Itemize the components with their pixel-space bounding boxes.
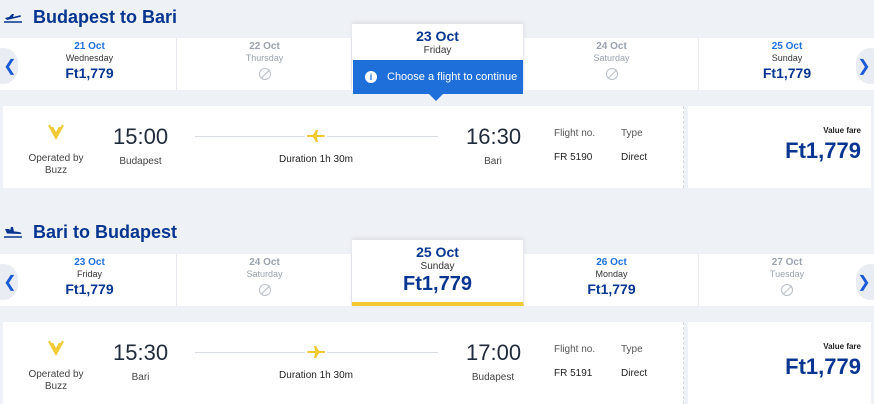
no-flight-icon <box>258 68 271 80</box>
return-section-header: Bari to Budapest <box>0 217 177 247</box>
operator: Operated by Buzz <box>21 338 91 393</box>
weekday-label: Sunday <box>420 261 455 272</box>
fare-label: Value fare <box>823 342 861 351</box>
departure-city: Budapest <box>119 156 162 167</box>
date-price: Ft1,779 <box>65 281 114 297</box>
date-label: 27 Oct <box>771 257 803 268</box>
flight-duration: Duration 1h 30m <box>279 370 353 381</box>
date-price: Ft1,779 <box>65 65 114 81</box>
departure-time: 15:00 <box>113 124 169 149</box>
flight-type: Direct <box>621 152 648 163</box>
weekday-label: Friday <box>423 45 452 56</box>
fare-price: Ft1,779 <box>785 138 861 163</box>
outbound-date-22-oct: 22 Oct Thursday <box>178 38 352 90</box>
arrival-time: 16:30 <box>466 124 522 149</box>
operated-by: Operated by Buzz <box>28 369 84 392</box>
value-fare-button[interactable]: Value fare Ft1,779 <box>688 322 871 404</box>
return-date-25-oct[interactable]: 25 Oct Sunday Ft1,779 <box>352 240 524 306</box>
flight-details[interactable]: Operated by Buzz 15:00 Budapest Duration… <box>3 106 684 188</box>
plane-landing-icon <box>3 225 25 239</box>
flight-no-label: Flight no. <box>554 344 596 355</box>
date-price: Ft1,779 <box>587 281 636 297</box>
return-flight-card: Operated by Buzz 15:30 Bari Duration 1h … <box>3 322 871 404</box>
operator: Operated by Buzz <box>21 122 91 177</box>
chevron-right-icon[interactable]: ❯ <box>856 48 874 84</box>
weekday-label: Thursday <box>245 53 284 63</box>
weekday-label: Monday <box>595 269 628 279</box>
return-date-27-oct: 27 Oct Tuesday <box>700 254 874 306</box>
date-label: 24 Oct <box>596 41 627 52</box>
return-title: Bari to Budapest <box>33 221 178 242</box>
flight-type: Direct <box>621 368 648 379</box>
chevron-right-icon[interactable]: ❯ <box>856 264 874 300</box>
flight-no: FR 5190 <box>554 152 593 163</box>
return-date-24-oct: 24 Oct Saturday <box>178 254 352 306</box>
weekday-label: Tuesday <box>769 269 805 279</box>
outbound-title: Budapest to Bari <box>33 6 178 27</box>
date-label: 23 Oct <box>416 28 459 44</box>
weekday-label: Wednesday <box>65 53 114 63</box>
tooltip-text: Choose a flight to continue <box>387 71 518 83</box>
outbound-section-header: Budapest to Bari <box>0 2 177 32</box>
outbound-flight-card: Operated by Buzz 15:00 Budapest Duration… <box>3 106 871 188</box>
date-label: 23 Oct <box>74 257 105 268</box>
no-flight-icon <box>258 284 271 296</box>
departure-time: 15:30 <box>113 340 169 365</box>
arrival-city: Budapest <box>471 372 515 383</box>
operated-by: Operated by Buzz <box>28 153 84 176</box>
outbound-date-21-oct[interactable]: 21 Oct Wednesday Ft1,779 <box>3 38 177 90</box>
type-label: Type <box>621 344 643 355</box>
airline-logo <box>48 340 64 357</box>
flight-no-label: Flight no. <box>554 128 596 139</box>
plane-icon <box>305 130 327 142</box>
plane-takeoff-icon <box>3 10 25 24</box>
choose-flight-tooltip: i Choose a flight to continue <box>353 60 523 101</box>
flight-no: FR 5191 <box>554 368 593 379</box>
weekday-label: Saturday <box>593 53 630 63</box>
date-label: 21 Oct <box>74 41 105 52</box>
date-label: 24 Oct <box>249 257 280 268</box>
flight-duration: Duration 1h 30m <box>279 154 353 165</box>
weekday-label: Sunday <box>771 53 803 63</box>
date-price: Ft1,779 <box>762 65 812 81</box>
date-label: 22 Oct <box>249 41 280 52</box>
info-icon: i <box>365 71 377 83</box>
arrival-time: 17:00 <box>466 340 522 365</box>
return-date-23-oct[interactable]: 23 Oct Friday Ft1,779 <box>3 254 177 306</box>
fare-price: Ft1,779 <box>785 354 861 379</box>
weekday-label: Friday <box>76 269 102 279</box>
date-label: 26 Oct <box>596 257 627 268</box>
date-label: 25 Oct <box>771 41 803 52</box>
arrival-city: Bari <box>484 156 502 167</box>
fare-label: Value fare <box>823 126 861 135</box>
weekday-label: Saturday <box>246 269 283 279</box>
outbound-date-24-oct: 24 Oct Saturday <box>525 38 699 90</box>
return-date-strip: ❮ 23 Oct Friday Ft1,779 24 Oct Saturday … <box>0 240 874 306</box>
airline-logo <box>48 124 64 141</box>
type-label: Type <box>621 128 643 139</box>
flight-details[interactable]: Operated by Buzz 15:30 Bari Duration 1h … <box>3 322 684 404</box>
no-flight-icon <box>605 68 618 80</box>
no-flight-icon <box>781 284 793 296</box>
outbound-date-25-oct[interactable]: 25 Oct Sunday Ft1,779 <box>700 38 874 90</box>
value-fare-button[interactable]: Value fare Ft1,779 <box>688 106 871 188</box>
date-price: Ft1,779 <box>403 273 472 295</box>
plane-icon <box>305 346 327 358</box>
date-label: 25 Oct <box>416 244 459 260</box>
departure-city: Bari <box>131 372 150 383</box>
return-date-26-oct[interactable]: 26 Oct Monday Ft1,779 <box>525 254 699 306</box>
